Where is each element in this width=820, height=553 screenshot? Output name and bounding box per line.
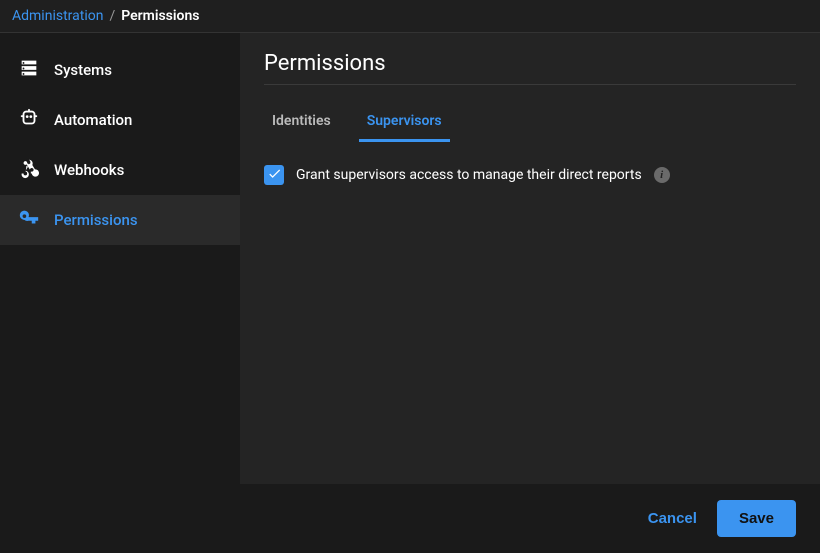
tab-identities[interactable]: Identities: [264, 103, 339, 142]
sidebar-item-label: Permissions: [54, 211, 138, 229]
breadcrumb-current: Permissions: [121, 8, 199, 24]
tabs: Identities Supervisors: [264, 103, 796, 143]
sidebar-item-label: Automation: [54, 111, 132, 129]
sidebar-item-webhooks[interactable]: Webhooks: [0, 145, 240, 195]
info-icon[interactable]: i: [654, 167, 670, 183]
sidebar-item-systems[interactable]: Systems: [0, 45, 240, 95]
sidebar-item-automation[interactable]: Automation: [0, 95, 240, 145]
grant-supervisors-row: Grant supervisors access to manage their…: [264, 165, 796, 185]
footer: Cancel Save: [240, 484, 820, 553]
sidebar-item-label: Webhooks: [54, 161, 124, 179]
breadcrumb-separator: /: [109, 8, 115, 24]
grant-supervisors-checkbox[interactable]: [264, 165, 284, 185]
check-icon: [267, 166, 282, 185]
sidebar-item-label: Systems: [54, 61, 112, 79]
save-button[interactable]: Save: [717, 500, 796, 537]
tab-supervisors[interactable]: Supervisors: [359, 103, 450, 142]
sidebar: Systems Automation Webhooks Permissions: [0, 33, 240, 553]
page-title: Permissions: [264, 51, 796, 85]
automation-icon: [18, 107, 40, 133]
main: Permissions Identities Supervisors Grant…: [240, 33, 820, 553]
breadcrumb: Administration / Permissions: [0, 0, 820, 33]
key-icon: [18, 207, 40, 233]
breadcrumb-parent-link[interactable]: Administration: [12, 8, 103, 24]
cancel-button[interactable]: Cancel: [648, 510, 697, 527]
systems-icon: [18, 57, 40, 83]
grant-supervisors-label: Grant supervisors access to manage their…: [296, 167, 642, 183]
sidebar-item-permissions[interactable]: Permissions: [0, 195, 240, 245]
webhooks-icon: [18, 157, 40, 183]
